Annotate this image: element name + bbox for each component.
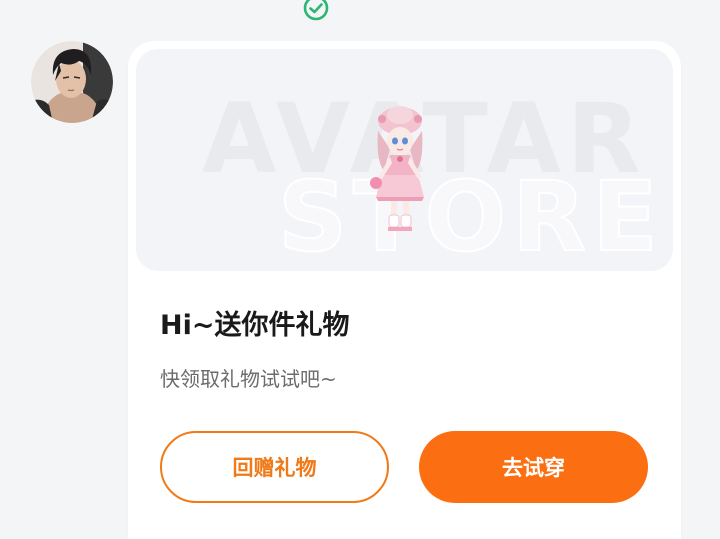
try-on-button[interactable]: 去试穿 [419, 431, 648, 503]
check-circle-icon [303, 0, 329, 21]
gift-subtitle: 快领取礼物试试吧~ [160, 367, 337, 391]
return-gift-button[interactable]: 回赠礼物 [160, 431, 389, 503]
gift-card: AVATAR STORE Hi~送你件礼物 快领取礼物试试吧~ 回赠礼物 去试穿 [128, 41, 681, 539]
gift-title: Hi~送你件礼物 [160, 310, 350, 341]
gift-outfit-image [370, 106, 424, 231]
avatar-store-banner: AVATAR STORE [136, 49, 673, 271]
avatar[interactable] [31, 41, 113, 123]
watermark-store: STORE [277, 161, 664, 271]
chat-screen: AVATAR STORE Hi~送你件礼物 快领取礼物试试吧~ 回赠礼物 去试穿 [0, 0, 720, 539]
user-avatar-image [31, 41, 113, 123]
